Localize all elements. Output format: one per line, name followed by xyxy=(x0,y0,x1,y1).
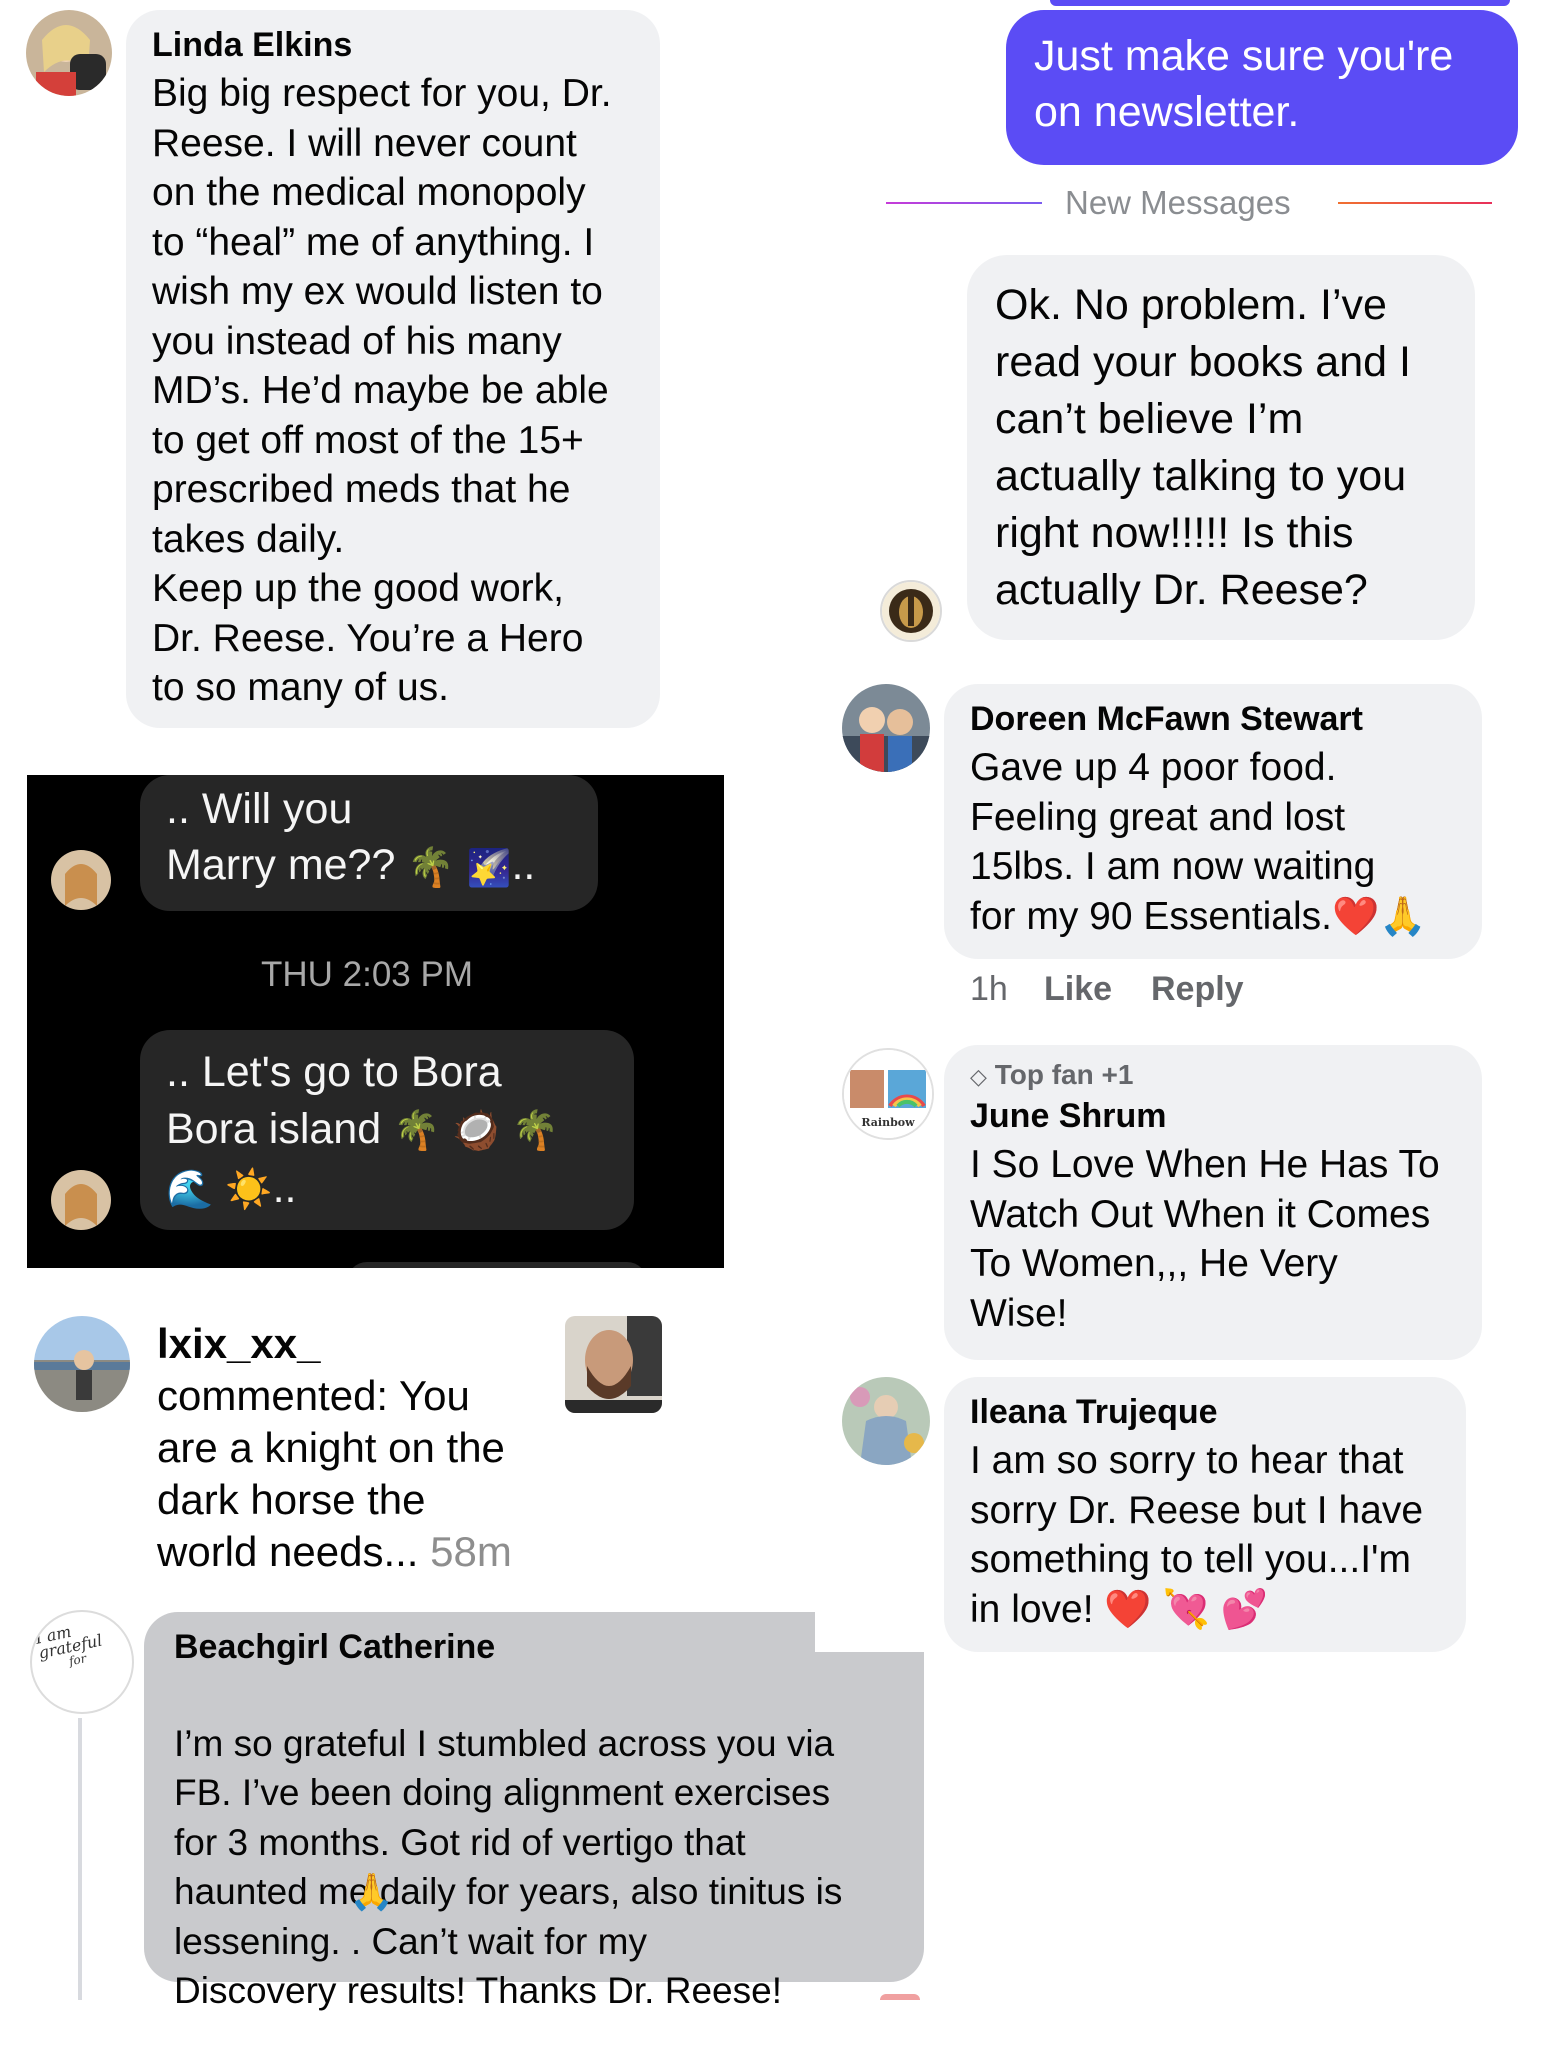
dm-message-2-line1: .. Let's go to Bora xyxy=(166,1048,502,1096)
notification-user[interactable]: lxix_xx_ xyxy=(157,1318,557,1370)
comment-author[interactable]: Beachgirl Catherine xyxy=(174,1628,894,1667)
palm-tree-icon: 🌴 xyxy=(511,1110,559,1153)
received-message-text: Ok. No problem. I’ve read your books and… xyxy=(995,281,1411,614)
comment-author[interactable]: Linda Elkins xyxy=(152,26,634,65)
post-thumbnail[interactable] xyxy=(565,1316,662,1413)
dm-message-1-line2: Marry me?? xyxy=(166,841,396,889)
comment-text: I’m so grateful I stumbled across you vi… xyxy=(174,1669,894,2065)
red-heart-icon: ❤️ xyxy=(1104,1589,1152,1632)
reply-button[interactable]: Reply xyxy=(1151,970,1244,1009)
wave-icon: 🌊 xyxy=(166,1169,214,1212)
notification-text: lxix_xx_ commented: You are a knight on … xyxy=(157,1318,557,1578)
comment-text: Gave up 4 poor food. Feeling great and l… xyxy=(970,743,1456,943)
avatar-doreen[interactable] xyxy=(842,684,930,772)
comment-text-content: Gave up 4 poor food. Feeling great and l… xyxy=(970,746,1376,938)
comment-bubble-june: ◇ Top fan +1 June Shrum I So Love When H… xyxy=(944,1045,1482,1360)
palm-tree-icon: 🌴 xyxy=(407,846,455,889)
sent-message-text: Just make sure you're on newsletter. xyxy=(1034,32,1454,136)
like-button[interactable]: Like xyxy=(1044,970,1112,1009)
avatar-linda-elkins[interactable] xyxy=(26,10,112,96)
avatar-dm-sender xyxy=(51,850,111,910)
avatar-lxix[interactable] xyxy=(34,1316,130,1412)
comment-author[interactable]: June Shrum xyxy=(970,1097,1456,1136)
comment-text: I am so sorry to hear that sorry Dr. Ree… xyxy=(970,1436,1440,1636)
dm-message-1-end: .. xyxy=(511,841,536,889)
bubble-notch xyxy=(815,1612,924,1652)
dm-message-2[interactable]: .. Let's go to Bora Bora island 🌴 🥥 🌴 🌊 … xyxy=(140,1030,634,1230)
previous-message-edge xyxy=(1050,0,1510,6)
comment-text-content: I’m so grateful I stumbled across you vi… xyxy=(174,1722,843,2012)
comment-text: I So Love When He Has To Watch Out When … xyxy=(970,1143,1440,1335)
dm-timestamp: THU 2:03 PM xyxy=(261,955,473,994)
dm-message-2-end: .. xyxy=(272,1164,297,1213)
divider-line-right xyxy=(1338,202,1492,204)
two-hearts-icon: 💕 xyxy=(1220,1589,1269,1632)
comment-bubble-linda: Linda Elkins Big big respect for you, Dr… xyxy=(126,10,660,728)
new-messages-divider: New Messages xyxy=(1065,184,1291,221)
top-fan-badge: ◇ Top fan +1 xyxy=(970,1059,1456,1091)
divider-line-left xyxy=(886,202,1042,204)
top-fan-label: Top fan +1 xyxy=(994,1059,1134,1090)
folded-hands-icon: 🙏 xyxy=(349,1871,394,1912)
avatar-catherine[interactable]: I am grateful for xyxy=(30,1610,134,1714)
dm-message-1[interactable]: .. Will you Marry me?? 🌴 🌠.. xyxy=(140,775,598,911)
avatar-sender-dr-reese[interactable] xyxy=(880,580,942,642)
comment-bubble-catherine: Beachgirl Catherine I’m so grateful I st… xyxy=(144,1612,924,2011)
palm-tree-icon: 🌴 xyxy=(393,1110,441,1153)
coconut-icon: 🥥 xyxy=(452,1110,500,1153)
dm-screenshot: .. Will you Marry me?? 🌴 🌠.. THU 2:03 PM… xyxy=(27,775,724,1268)
avatar-june[interactable]: Rainbow xyxy=(842,1048,934,1140)
received-message-bubble[interactable]: Ok. No problem. I’ve read your books and… xyxy=(967,255,1475,640)
comment-author[interactable]: Doreen McFawn Stewart xyxy=(970,700,1456,739)
avatar-caption: Rainbow xyxy=(861,1116,915,1129)
avatar-ileana[interactable] xyxy=(842,1377,930,1465)
diamond-icon: ◇ xyxy=(970,1063,987,1089)
sparkle-picture-icon: 🌠 xyxy=(466,846,512,888)
folded-hands-icon: 🙏 xyxy=(1379,896,1427,939)
notification-time: 58m xyxy=(430,1528,512,1575)
sun-icon: ☀️ xyxy=(225,1169,273,1212)
comment-text: Big big respect for you, Dr. Reese. I wi… xyxy=(152,72,612,709)
comment-time: 1h xyxy=(970,970,1008,1008)
dm-message-1-line1: .. Will you xyxy=(166,785,353,833)
comment-author[interactable]: Ileana Trujeque xyxy=(970,1393,1440,1432)
avatar-dm-sender xyxy=(51,1170,111,1230)
comment-bubble-ileana: Ileana Trujeque I am so sorry to hear th… xyxy=(944,1377,1466,1652)
red-heart-icon: ❤️ xyxy=(1331,896,1380,939)
heart-with-arrow-icon: 💘 xyxy=(1162,1589,1210,1632)
dm-next-message-edge xyxy=(347,1262,647,1268)
next-comment-edge xyxy=(880,1994,920,2000)
dm-message-2-line2: Bora island xyxy=(166,1105,382,1153)
sent-message-bubble[interactable]: Just make sure you're on newsletter. xyxy=(1006,10,1518,165)
thread-line xyxy=(78,1718,82,2000)
comment-bubble-doreen: Doreen McFawn Stewart Gave up 4 poor foo… xyxy=(944,684,1482,959)
